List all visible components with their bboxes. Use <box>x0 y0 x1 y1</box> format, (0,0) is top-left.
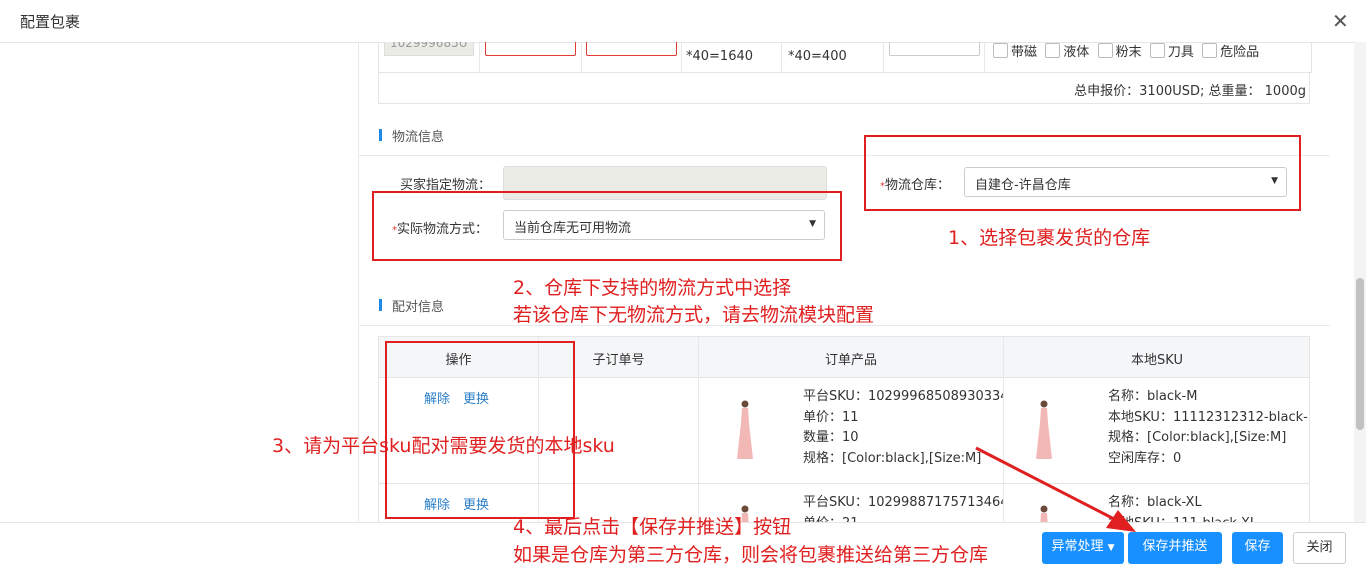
tag-liquid[interactable]: 液体 <box>1045 43 1089 60</box>
declared-value-calc: *40=1640 <box>686 49 754 64</box>
checkbox[interactable] <box>1045 43 1061 58</box>
annotation-box-actions <box>385 341 575 519</box>
close-icon[interactable]: ✕ <box>1332 9 1349 33</box>
checkbox[interactable] <box>993 43 1008 58</box>
checkbox[interactable] <box>1149 43 1165 58</box>
sku-readonly-text: 102999685U <box>390 42 468 50</box>
tag-magnetic[interactable]: 带磁 <box>993 43 1037 60</box>
annotation-step1: 1、选择包裹发货的仓库 <box>948 227 1151 249</box>
col-header-order-product: 订单产品 <box>824 353 877 368</box>
checkbox[interactable] <box>1097 43 1113 58</box>
section-bar <box>379 299 382 311</box>
close-button[interactable]: 关闭 <box>1293 532 1346 564</box>
col-header-local-sku: 本地SKU <box>1131 353 1183 368</box>
totals-text: 总申报价：3100USD; 总重量： 1000g <box>1074 84 1306 99</box>
tag-checkboxes: 带磁 液体 粉末 刀具 危险品 <box>993 42 1259 60</box>
declared-name-input[interactable] <box>485 42 576 56</box>
weight-calc: *40=400 <box>788 49 847 64</box>
tag-dangerous[interactable]: 危险品 <box>1202 43 1259 60</box>
annotation-step2-line1: 2、仓库下支持的物流方式中选择 <box>513 277 792 299</box>
logistics-section-title: 物流信息 <box>392 130 445 145</box>
annotation-box-method <box>372 191 842 261</box>
product-thumbnail <box>737 400 753 459</box>
annotation-step3: 3、请为平台sku配对需要发货的本地sku <box>272 435 615 457</box>
declared-name-en-input[interactable] <box>586 42 677 56</box>
checkbox[interactable] <box>1202 43 1218 58</box>
annotation-box-warehouse <box>864 135 1301 211</box>
annotation-step4-line1: 4、最后点击【保存并推送】按钮 <box>513 516 792 538</box>
hscode-input[interactable] <box>889 42 980 56</box>
annotation-arrow <box>975 446 1136 532</box>
dialog-title: 配置包裹 <box>20 13 81 31</box>
scrollbar-thumb[interactable] <box>1356 278 1364 430</box>
tag-powder[interactable]: 粉末 <box>1097 43 1142 60</box>
annotation-step2-line2: 若该仓库下无物流方式，请去物流模块配置 <box>513 304 875 326</box>
dialog-titlebar <box>0 0 1366 43</box>
save-button[interactable]: 保存 <box>1232 532 1283 564</box>
tag-knife[interactable]: 刀具 <box>1149 43 1194 60</box>
pairing-section-title: 配对信息 <box>392 300 445 315</box>
annotation-step4-line2: 如果是仓库为第三方仓库，则会将包裹推送给第三方仓库 <box>513 544 989 566</box>
section-bar <box>379 129 382 141</box>
